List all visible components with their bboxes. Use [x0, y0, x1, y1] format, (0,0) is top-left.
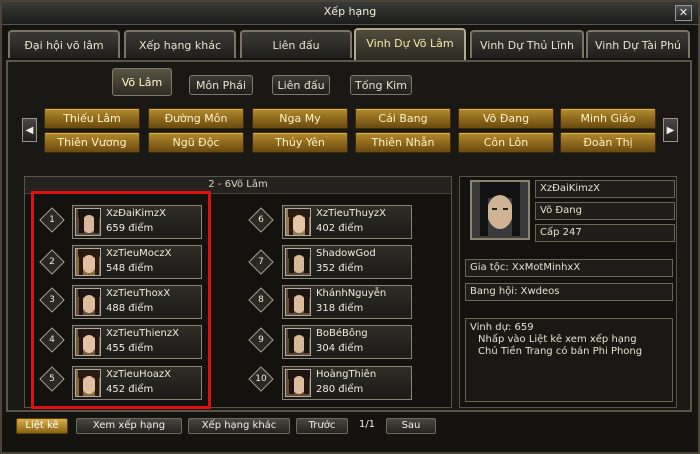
player-name: HoàngThiên: [316, 369, 377, 380]
main-tabs: Đại hội võ lâm Xếp hạng khác Liên đấu Vi…: [8, 28, 690, 60]
player-name: BoBéBông: [316, 328, 368, 339]
scroll-right-arrow-icon[interactable]: ▶: [663, 118, 678, 142]
sect-vo-dang[interactable]: Võ Đang: [458, 108, 554, 129]
sect-minh-giao[interactable]: Minh Giáo: [560, 108, 656, 129]
other-ranking-button[interactable]: Xếp hạng khác: [188, 418, 290, 434]
selection-highlight: [31, 191, 211, 409]
sect-thien-nhan[interactable]: Thiên Nhẫn: [355, 132, 451, 153]
player-card[interactable]: BoBéBông 304 điểm: [282, 325, 412, 359]
player-score: 304 điểm: [316, 343, 364, 354]
player-card[interactable]: KhánhNguyễn 318 điểm: [282, 285, 412, 319]
avatar: [285, 248, 311, 276]
subtab-tong-kim[interactable]: Tống Kim: [350, 75, 412, 95]
scroll-left-arrow-icon[interactable]: ◀: [22, 118, 37, 142]
tab-vinh-du-tai-phu[interactable]: Vinh Dự Tài Phú: [586, 30, 690, 58]
profile-name: XzĐaiKimzX: [535, 180, 675, 198]
title-bar: Xếp hạng ✕: [2, 2, 698, 25]
sect-doan-thi[interactable]: Đoàn Thị: [560, 132, 656, 153]
player-score: 280 điểm: [316, 384, 364, 395]
player-name: KhánhNguyễn: [316, 288, 387, 299]
player-card[interactable]: HoàngThiên 280 điểm: [282, 366, 412, 400]
close-button[interactable]: ✕: [675, 5, 692, 21]
sect-thuy-yen[interactable]: Thúy Yên: [252, 132, 348, 153]
avatar: [285, 369, 311, 397]
sect-thien-vuong[interactable]: Thiên Vương: [44, 132, 140, 153]
player-name: ShadowGod: [316, 248, 376, 259]
hint-line: Nhấp vào Liệt kê xem xếp hạng: [478, 334, 637, 345]
subtab-mon-phai[interactable]: Môn Phái: [189, 75, 253, 95]
profile-description: Vinh dự: 659 Nhấp vào Liệt kê xem xếp hạ…: [465, 318, 673, 402]
player-name: XzTieuThuyzX: [316, 208, 386, 219]
avatar: [285, 208, 311, 236]
subtab-vo-lam[interactable]: Võ Lâm: [112, 68, 172, 96]
player-score: 402 điểm: [316, 223, 364, 234]
honor-line: Vinh dự: 659: [470, 322, 534, 333]
sect-con-lon[interactable]: Côn Lôn: [458, 132, 554, 153]
tab-lien-dau[interactable]: Liên đấu: [240, 30, 352, 58]
avatar: [285, 288, 311, 316]
profile-sect: Võ Đang: [535, 202, 675, 220]
profile-family: Gia tộc: XxMotMinhxX: [465, 259, 673, 277]
player-card[interactable]: ShadowGod 352 điểm: [282, 245, 412, 279]
list-button[interactable]: Liệt kê: [16, 418, 68, 434]
sect-thieu-lam[interactable]: Thiếu Lâm: [44, 108, 140, 129]
page-indicator: 1/1: [358, 419, 376, 430]
sect-cai-bang[interactable]: Cái Bang: [355, 108, 451, 129]
tab-xep-hang-khac[interactable]: Xếp hạng khác: [124, 30, 236, 58]
player-score: 352 điểm: [316, 263, 364, 274]
tab-vinh-du-thu-linh[interactable]: Vinh Dự Thủ Lĩnh: [470, 30, 584, 58]
prev-page-button[interactable]: Trước: [296, 418, 348, 434]
sect-duong-mon[interactable]: Đường Môn: [148, 108, 244, 129]
player-portrait: [470, 180, 530, 240]
player-card[interactable]: XzTieuThuyzX 402 điểm: [282, 205, 412, 239]
subtab-lien-dau[interactable]: Liên đấu: [272, 75, 330, 95]
hint-line: Chủ Tiền Trang có bán Phi Phong: [478, 346, 643, 357]
sect-nga-my[interactable]: Nga My: [252, 108, 348, 129]
tab-vinh-du-vo-lam[interactable]: Vinh Dự Võ Lâm: [354, 28, 466, 60]
avatar: [285, 328, 311, 356]
player-score: 318 điểm: [316, 303, 364, 314]
sect-ngu-doc[interactable]: Ngũ Độc: [148, 132, 244, 153]
profile-level: Cấp 247: [535, 224, 675, 242]
tab-dai-hoi-vo-lam[interactable]: Đại hội võ lâm: [8, 30, 120, 58]
view-ranking-button[interactable]: Xem xếp hạng: [76, 418, 182, 434]
window-title: Xếp hạng: [323, 5, 377, 18]
next-page-button[interactable]: Sau: [386, 418, 436, 434]
profile-guild: Bang hội: Xwdeos: [465, 283, 673, 301]
